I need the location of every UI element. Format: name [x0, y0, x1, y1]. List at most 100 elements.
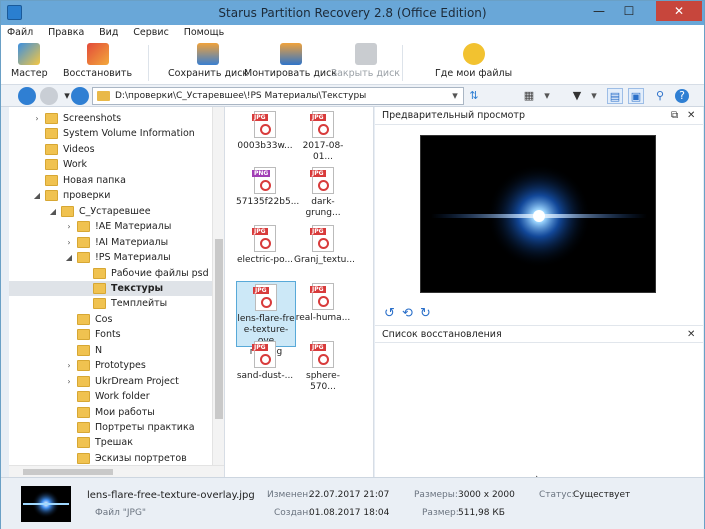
file-item[interactable]: JPG sphere-570... — [294, 339, 352, 393]
folder-icon — [45, 174, 58, 186]
tree-item[interactable]: › Prototypes — [9, 358, 212, 373]
view-mode-icon[interactable]: ▦ — [521, 88, 537, 104]
file-item[interactable]: JPG Granj_textu... — [294, 223, 355, 266]
menu-file[interactable]: Файл — [1, 25, 39, 40]
flip-icon[interactable]: ⟲ — [402, 307, 413, 321]
tree-item[interactable]: Work folder — [9, 389, 212, 404]
file-name: sphere-570... — [306, 371, 340, 392]
panel-layout-icon[interactable]: ▤ — [607, 88, 623, 104]
file-thumbnail — [21, 486, 71, 522]
preview-panel-icon[interactable]: ▣ — [628, 88, 644, 104]
tree-item[interactable]: › UkrDream Project — [9, 374, 212, 389]
tree-item[interactable]: › Screenshots — [9, 111, 212, 126]
pin-icon[interactable]: ⧉ — [671, 107, 678, 125]
rotate-right-icon[interactable]: ↻ — [420, 307, 431, 321]
address-dropdown-icon[interactable]: ▾ — [447, 88, 463, 104]
image-file-icon: JPG — [252, 111, 276, 138]
file-item[interactable]: JPG electric-po... — [236, 223, 294, 266]
menu-edit[interactable]: Правка — [42, 25, 90, 40]
expand-arrow-icon[interactable]: › — [65, 358, 73, 373]
file-glyph-icon — [260, 238, 271, 249]
expand-arrow-icon[interactable]: › — [65, 374, 73, 389]
restore-list-header: Список восстановления ✕ — [375, 325, 703, 343]
file-name: Granj_textu... — [294, 255, 355, 265]
image-file-icon: PNG — [252, 167, 276, 194]
tree-item[interactable]: Fonts — [9, 327, 212, 342]
filter-dropdown-icon[interactable]: ▾ — [586, 88, 602, 104]
search-icon[interactable]: ⚲ — [652, 88, 668, 104]
image-file-icon: JPG — [252, 225, 276, 252]
tree-item[interactable]: System Volume Information — [9, 126, 212, 141]
wizard-button[interactable]: Мастер — [11, 43, 48, 79]
tree-vertical-scrollbar[interactable] — [212, 107, 224, 465]
file-item[interactable]: JPG sand-dust-... — [236, 339, 294, 382]
forward-arrow-icon[interactable] — [40, 87, 58, 105]
tree-item[interactable]: Cos — [9, 312, 212, 327]
scroll-thumb[interactable] — [215, 239, 223, 419]
file-item[interactable]: JPGlens-flare-free-texture-overlay.jpg — [236, 281, 296, 357]
help-icon[interactable]: ? — [675, 89, 689, 103]
tree-item-label: Work folder — [95, 391, 150, 403]
tree-item[interactable]: ◢ проверки — [9, 188, 212, 203]
tree-item[interactable]: Портреты практика — [9, 420, 212, 435]
folder-icon — [77, 344, 90, 356]
tree-item[interactable]: ◢ С_Устаревшее — [9, 204, 212, 219]
tree-item[interactable]: Новая папка — [9, 173, 212, 188]
expand-arrow-icon[interactable]: › — [65, 235, 73, 250]
where-files-button[interactable]: Где мои файлы — [435, 43, 512, 79]
tree-horizontal-scrollbar[interactable] — [9, 465, 224, 477]
tree-item[interactable]: Темплейты — [9, 296, 212, 311]
file-item[interactable]: JPG real-huma... — [294, 281, 352, 324]
close-icon[interactable]: ✕ — [687, 326, 695, 344]
filter-icon[interactable]: ▼ — [569, 88, 585, 104]
tree-item[interactable]: Текстуры — [9, 280, 212, 296]
image-file-icon: JPG — [310, 341, 334, 368]
tree-item-label: Рабочие файлы psd — [111, 267, 209, 279]
rotate-left-icon[interactable]: ↺ — [384, 307, 395, 321]
close-icon[interactable]: ✕ — [687, 107, 695, 125]
tree-item[interactable]: Videos — [9, 142, 212, 157]
tree-item[interactable]: Мои работы — [9, 405, 212, 420]
refresh-icon[interactable]: ⇅ — [466, 88, 482, 104]
tree-item[interactable]: ◢ !PS Материалы — [9, 250, 212, 265]
tree-item[interactable]: Эскизы портретов — [9, 451, 212, 465]
expand-arrow-icon[interactable]: › — [65, 219, 73, 234]
restore-button[interactable]: Восстановить — [63, 43, 132, 79]
collapse-arrow-icon[interactable]: ◢ — [33, 188, 41, 203]
menu-view[interactable]: Вид — [93, 25, 124, 40]
save-disk-button[interactable]: Сохранить диск — [168, 43, 248, 79]
collapse-arrow-icon[interactable]: ◢ — [49, 204, 57, 219]
collapse-arrow-icon[interactable]: ◢ — [65, 250, 73, 265]
minimize-button[interactable]: — — [585, 1, 613, 21]
mount-disk-button[interactable]: Монтировать диск — [244, 43, 337, 79]
view-dropdown-icon[interactable]: ▾ — [539, 88, 555, 104]
file-name: sand-dust-... — [236, 371, 294, 381]
file-glyph-icon — [318, 180, 329, 191]
status-bar: lens-flare-free-texture-overlay.jpg Файл… — [1, 477, 704, 529]
tree-item[interactable]: N — [9, 343, 212, 358]
file-item[interactable]: JPG 2017-08-01... — [294, 109, 352, 163]
tree-item[interactable]: › !AI Материалы — [9, 235, 212, 250]
tree-item-label: Prototypes — [95, 360, 146, 372]
back-arrow-icon[interactable] — [18, 87, 36, 105]
modified-value: 22.07.2017 21:07 — [309, 490, 390, 500]
file-item[interactable]: JPG 0003b33w... — [236, 109, 294, 152]
folder-icon — [77, 452, 90, 464]
close-disk-button[interactable]: Закрыть диск — [331, 43, 400, 79]
expand-arrow-icon[interactable]: › — [33, 111, 41, 126]
file-item[interactable]: JPG dark-grung... — [294, 165, 352, 219]
maximize-button[interactable]: ☐ — [615, 1, 643, 21]
tree-item-label: Текстуры — [111, 282, 164, 294]
close-button[interactable]: ✕ — [656, 1, 702, 21]
tree-item[interactable]: › !AE Материалы — [9, 219, 212, 234]
tree-item[interactable]: Work — [9, 157, 212, 172]
file-item[interactable]: PNG 57135f22b5... — [236, 165, 299, 208]
tree-item[interactable]: Трешак — [9, 435, 212, 450]
menu-help[interactable]: Помощь — [178, 25, 230, 40]
address-bar[interactable]: D:\проверки\С_Устаревшее\!PS Материалы\Т… — [92, 87, 464, 105]
up-folder-icon[interactable] — [71, 87, 89, 105]
scroll-thumb[interactable] — [23, 469, 113, 475]
menu-service[interactable]: Сервис — [127, 25, 175, 40]
tree-item[interactable]: Рабочие файлы psd — [9, 266, 212, 281]
status-filetype: Файл "JPG" — [95, 508, 147, 518]
